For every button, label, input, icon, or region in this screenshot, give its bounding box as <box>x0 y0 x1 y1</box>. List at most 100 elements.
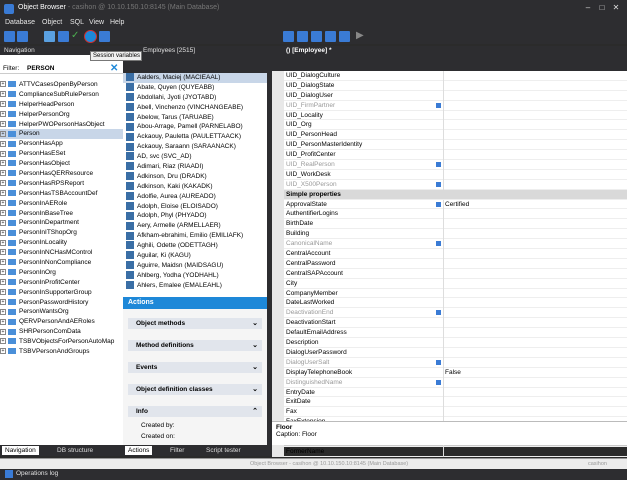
menu-object[interactable]: Object <box>42 19 62 26</box>
property-row[interactable]: UID_DialogUser <box>272 90 627 101</box>
list-item[interactable]: AD, svc (SVC_AD) <box>123 152 267 162</box>
list-item[interactable]: Abou-Arrage, Pamell (PARNELABO) <box>123 122 267 132</box>
list-item[interactable]: + TSBVPersonAndGroups <box>0 347 123 357</box>
list-item[interactable]: Aery, Armelle (ARMELLAER) <box>123 221 267 231</box>
eye-icon[interactable] <box>44 31 55 42</box>
property-row[interactable]: CompanyMember <box>272 288 627 299</box>
list-item[interactable]: + HelperPersonOrg <box>0 110 123 120</box>
expand-icon[interactable]: + <box>0 110 6 117</box>
list-item[interactable]: + PersonInAERole <box>0 199 123 209</box>
property-row[interactable]: UID_WorkDesk <box>272 169 627 180</box>
list-item[interactable]: + PersonInBaseTree <box>0 209 123 219</box>
edit-icon[interactable] <box>339 31 350 42</box>
section-object-methods[interactable]: Object methods ⌄ <box>128 318 262 329</box>
property-row[interactable]: UID_DialogCulture <box>272 71 627 81</box>
list-item[interactable]: Aguilar, Ki (KAGU) <box>123 251 267 261</box>
property-row[interactable]: UID_X500Person <box>272 179 627 190</box>
tab-filter[interactable]: Filter <box>167 446 187 455</box>
property-value[interactable]: Certified <box>445 200 469 210</box>
section-events[interactable]: Events ⌄ <box>128 362 262 373</box>
property-row[interactable]: UID_PersonMasterIdentity <box>272 140 627 151</box>
list-item[interactable]: + PersonInProfitCenter <box>0 278 123 288</box>
expand-icon[interactable]: + <box>0 269 6 276</box>
property-row[interactable]: EntryDate <box>272 387 627 398</box>
property-row[interactable]: CentralAccount <box>272 249 627 259</box>
property-row[interactable]: DeactivationEnd <box>272 308 627 319</box>
property-row[interactable]: DeactivationStart <box>272 318 627 329</box>
property-row[interactable]: Fax <box>272 407 627 418</box>
property-row[interactable]: FormerName <box>272 446 627 457</box>
list-item[interactable]: + HelperHeadPerson <box>0 100 123 110</box>
expand-icon[interactable]: + <box>0 298 6 305</box>
expand-icon[interactable]: + <box>0 170 6 177</box>
menu-sql[interactable]: SQL <box>70 19 84 26</box>
list-item[interactable]: Aguirre, Maidsn (MAIDSAGU) <box>123 261 267 271</box>
property-row[interactable]: CanonicalName <box>272 239 627 250</box>
expand-icon[interactable]: + <box>0 81 6 88</box>
property-row[interactable]: Description <box>272 338 627 348</box>
property-value[interactable]: False <box>445 368 461 378</box>
menu-database[interactable]: Database <box>5 19 35 26</box>
list-item[interactable]: + PersonInLocality <box>0 238 123 248</box>
list-item[interactable]: Ackaouy, Pauletta (PAULETTAACK) <box>123 132 267 142</box>
property-row[interactable]: CentralPassword <box>272 258 627 269</box>
property-row[interactable]: UID_RealPerson <box>272 160 627 170</box>
save-all-icon[interactable] <box>297 31 308 42</box>
list-item[interactable]: + PersonInNonCompliance <box>0 258 123 268</box>
property-row[interactable]: DefaultEmailAddress <box>272 328 627 339</box>
tab-actions[interactable]: Actions <box>125 446 153 455</box>
list-item[interactable]: + Person <box>0 129 123 140</box>
toolbar-list-icon[interactable] <box>17 31 28 42</box>
property-row[interactable]: UID_DialogState <box>272 80 627 91</box>
property-row[interactable]: UID_ProfitCenter <box>272 150 627 161</box>
expand-icon[interactable]: + <box>0 190 6 197</box>
list-item[interactable]: Ahlers, Emalee (EMALEAHL) <box>123 280 267 291</box>
expand-icon[interactable]: + <box>0 209 6 216</box>
tab-db-structure[interactable]: DB structure <box>54 446 96 455</box>
expand-icon[interactable]: + <box>0 239 6 246</box>
property-row[interactable]: City <box>272 278 627 289</box>
filter-icon[interactable] <box>58 31 69 42</box>
list-item[interactable]: Adolph, Phyl (PHYADO) <box>123 211 267 221</box>
expand-icon[interactable]: + <box>0 91 6 98</box>
expand-icon[interactable]: + <box>0 150 6 157</box>
list-item[interactable]: + PersonInOrg <box>0 268 123 278</box>
section-info[interactable]: Info ⌃ <box>128 406 262 417</box>
list-item[interactable]: + ATTVCasesOpenByPerson <box>0 80 123 90</box>
property-row[interactable]: UID_FirmPartner <box>272 100 627 111</box>
expand-icon[interactable]: + <box>0 101 6 108</box>
property-row[interactable]: DialogUserSalt <box>272 357 627 368</box>
property-row[interactable]: DisplayTelephoneBook False <box>272 367 627 378</box>
list-item[interactable]: + ComplianceSubRulePerson <box>0 90 123 100</box>
expand-icon[interactable]: + <box>0 130 6 137</box>
operations-log-tab[interactable]: Operations log <box>16 470 58 477</box>
property-row[interactable]: AuthentifierLogins <box>272 209 627 220</box>
menu-help[interactable]: Help <box>110 19 124 26</box>
section-object-definition-classes[interactable]: Object definition classes ⌄ <box>128 384 262 395</box>
property-row[interactable]: ApprovalState Certified <box>272 199 627 210</box>
tab-script-tester[interactable]: Script tester <box>203 446 244 455</box>
checkmark-icon[interactable]: ✓ <box>71 31 82 42</box>
list-item[interactable]: + TSBVObjectsForPersonAutoMap <box>0 337 123 347</box>
expand-icon[interactable]: + <box>0 318 6 325</box>
list-item[interactable]: + PersonInDepartment <box>0 218 123 228</box>
expand-icon[interactable]: + <box>0 338 6 345</box>
tab-navigation[interactable]: Navigation <box>2 446 39 455</box>
expand-icon[interactable]: + <box>0 160 6 167</box>
expand-icon[interactable]: + <box>0 180 6 187</box>
list-item[interactable]: Adkinson, Dru (DRADK) <box>123 172 267 182</box>
list-item[interactable]: + PersonInITShopOrg <box>0 228 123 238</box>
list-item[interactable]: Abate, Quyen (QUYEABB) <box>123 83 267 93</box>
property-row[interactable]: DialogUserPassword <box>272 347 627 358</box>
list-item[interactable]: Adolph, Eloise (ELOISADO) <box>123 201 267 212</box>
list-item[interactable]: Abelow, Tarus (TARUABE) <box>123 112 267 123</box>
property-group-row[interactable]: Simple properties <box>272 189 627 200</box>
toolbar-grid-icon[interactable] <box>4 31 15 42</box>
properties-tab-title[interactable]: () [Employee] * <box>286 46 332 55</box>
undo-icon[interactable] <box>325 31 336 42</box>
list-item[interactable]: + PersonWantsOrg <box>0 307 123 317</box>
expand-icon[interactable]: + <box>0 249 6 256</box>
list-item[interactable]: Adkinson, Kaki (KAKADK) <box>123 182 267 192</box>
save-icon[interactable] <box>283 31 294 42</box>
property-row[interactable]: DistinguishedName <box>272 377 627 388</box>
